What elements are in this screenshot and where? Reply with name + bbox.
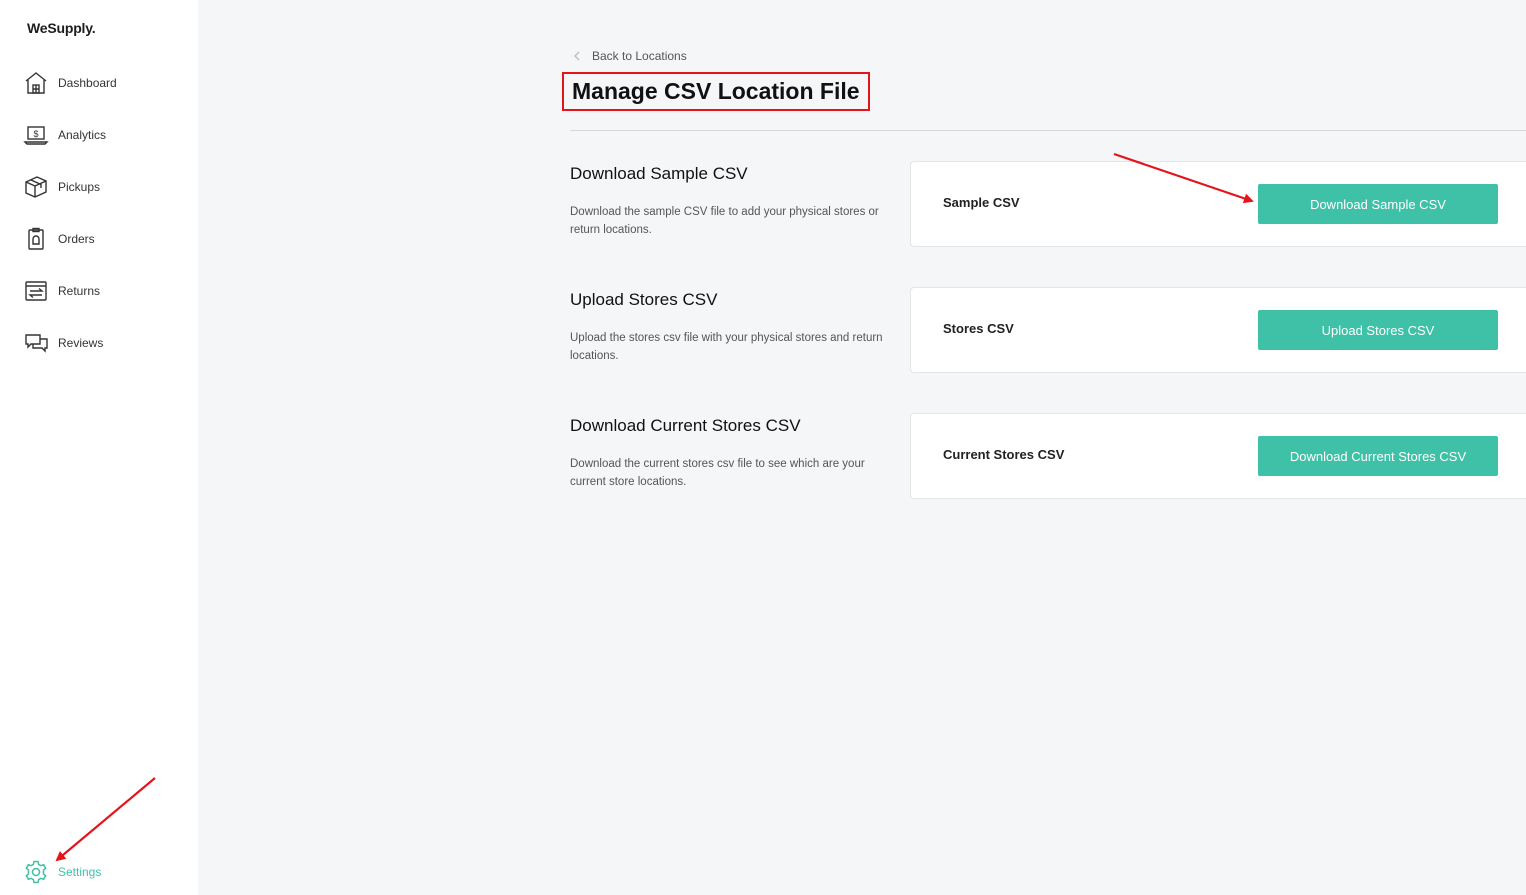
- page-title: Manage CSV Location File: [562, 72, 870, 111]
- chat-icon: [22, 329, 50, 357]
- card-label: Sample CSV: [943, 195, 1020, 210]
- main-content: Back to Locations Manage CSV Location Fi…: [198, 0, 1526, 895]
- sidebar-item-label: Reviews: [58, 336, 104, 350]
- sidebar-item-label: Returns: [58, 284, 101, 298]
- download-sample-csv-button[interactable]: Download Sample CSV: [1258, 184, 1498, 224]
- section-description-download-sample: Download the sample CSV file to add your…: [570, 206, 879, 236]
- section-title-download-current-stores: Download Current Stores CSV: [570, 416, 801, 435]
- section-description-download-current-stores: Download the current stores csv file to …: [570, 458, 865, 488]
- sidebar-item-dashboard[interactable]: Dashboard: [22, 69, 192, 97]
- sidebar-item-label: Pickups: [58, 180, 101, 194]
- card-stores-csv: Stores CSV Upload Stores CSV: [910, 287, 1526, 373]
- section-title-download-sample: Download Sample CSV: [570, 164, 748, 183]
- back-to-locations-link[interactable]: Back to Locations: [570, 49, 687, 63]
- sidebar-item-orders[interactable]: Orders: [22, 225, 192, 253]
- card-label: Stores CSV: [943, 321, 1014, 336]
- home-icon: [22, 69, 50, 97]
- card-current-stores-csv: Current Stores CSV Download Current Stor…: [910, 413, 1526, 499]
- sidebar-item-label: Settings: [58, 865, 102, 879]
- svg-text:$: $: [33, 129, 38, 139]
- sidebar-item-analytics[interactable]: $ Analytics: [22, 121, 192, 149]
- sidebar: WeSupply. Dashboard $ Analytics Pickups …: [0, 0, 198, 895]
- section-description-upload-stores: Upload the stores csv file with your phy…: [570, 332, 883, 362]
- section-title-upload-stores: Upload Stores CSV: [570, 290, 718, 309]
- laptop-dollar-icon: $: [22, 121, 50, 149]
- sidebar-item-returns[interactable]: Returns: [22, 277, 192, 305]
- card-label: Current Stores CSV: [943, 447, 1065, 462]
- sidebar-item-settings[interactable]: Settings: [22, 858, 192, 886]
- download-current-stores-csv-button[interactable]: Download Current Stores CSV: [1258, 436, 1498, 476]
- chevron-left-icon: [574, 51, 580, 61]
- app-logo: WeSupply.: [27, 20, 96, 36]
- sidebar-item-label: Orders: [58, 232, 95, 246]
- sidebar-item-pickups[interactable]: Pickups: [22, 173, 192, 201]
- back-link-label: Back to Locations: [592, 49, 687, 63]
- sidebar-item-reviews[interactable]: Reviews: [22, 329, 192, 357]
- card-sample-csv: Sample CSV Download Sample CSV: [910, 161, 1526, 247]
- sidebar-item-label: Dashboard: [58, 76, 117, 90]
- header-divider: [570, 130, 1526, 131]
- box-icon: [22, 173, 50, 201]
- gear-icon: [22, 858, 50, 886]
- sidebar-item-label: Analytics: [58, 128, 107, 142]
- clipboard-icon: [22, 225, 50, 253]
- upload-stores-csv-button[interactable]: Upload Stores CSV: [1258, 310, 1498, 350]
- returns-icon: [22, 277, 50, 305]
